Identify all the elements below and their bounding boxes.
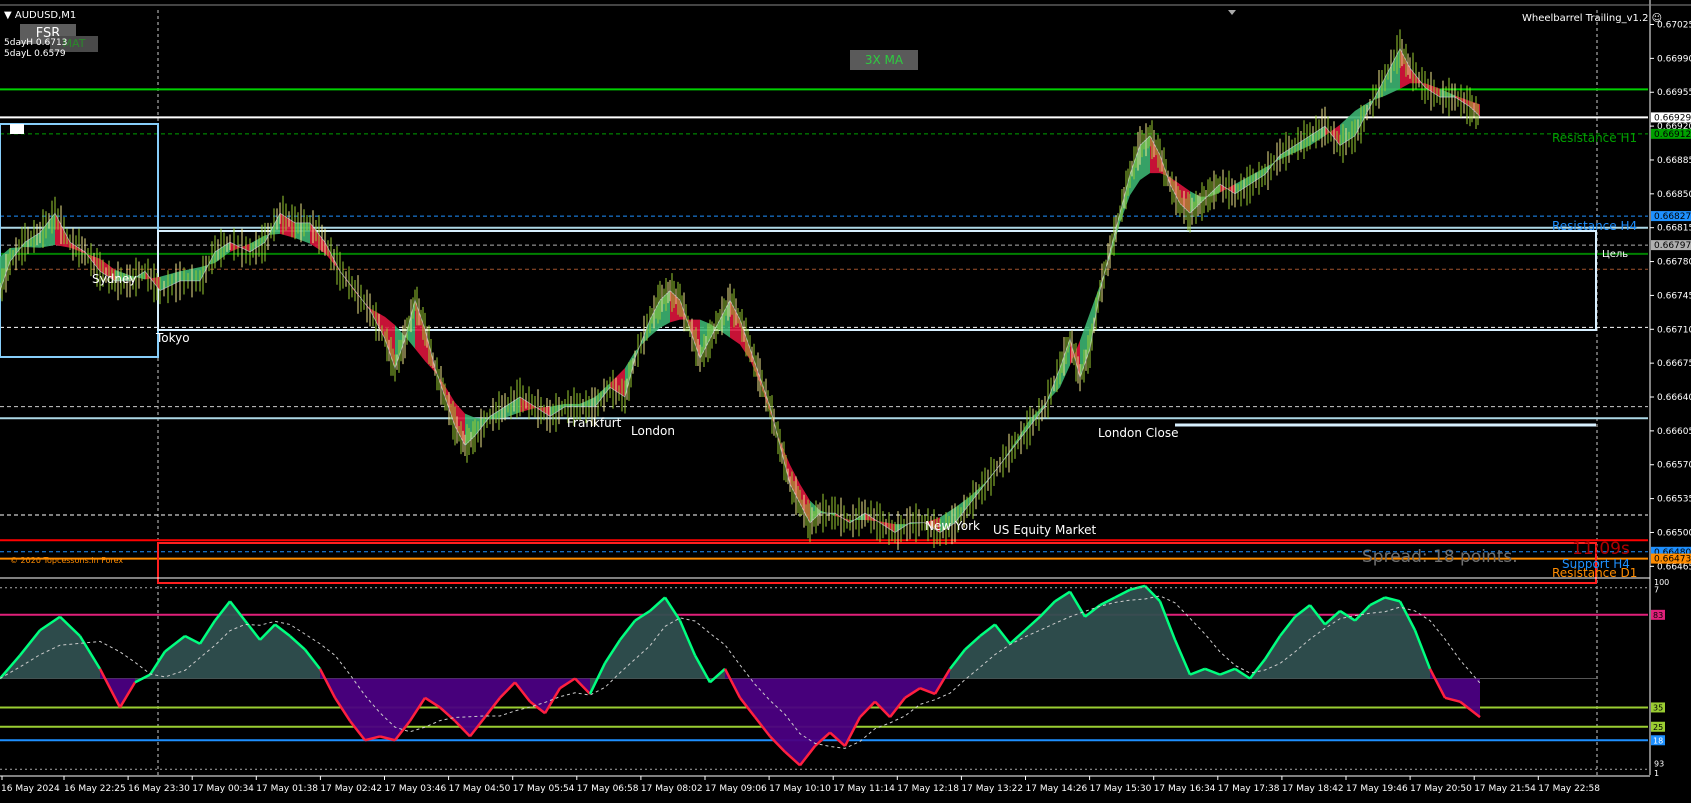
time-tick-label: 17 May 02:42 xyxy=(320,784,382,794)
session-label-tokyo: Tokyo xyxy=(156,331,190,345)
session-label-newyork: New York xyxy=(925,519,980,533)
oscillator-fill xyxy=(1340,610,1355,679)
price-marker-label: 0.66827 xyxy=(1654,212,1691,222)
dropdown-triangle-icon[interactable]: ▼ xyxy=(4,10,12,21)
price-tick-label: 0.66710 xyxy=(1657,325,1691,335)
price-tick-label: 0.66570 xyxy=(1657,461,1691,471)
indicator-marker-label: 25 xyxy=(1653,723,1663,732)
time-tick-label: 16 May 23:30 xyxy=(128,784,190,794)
price-tick-label: 0.66640 xyxy=(1657,393,1691,403)
price-marker-label: 0.66473 xyxy=(1654,555,1691,565)
copyright-label: © 2020 Topcessons.In Forex xyxy=(10,556,124,565)
indicator-tick-label: 93 xyxy=(1654,759,1664,768)
price-tick-label: 0.66885 xyxy=(1657,156,1691,166)
expert-advisor-label: Wheelbarrel Trailing_v1.2 ☺ xyxy=(1522,13,1663,24)
three-ma-button[interactable]: 3X MA xyxy=(850,50,918,70)
time-tick-label: 16 May 2024 xyxy=(1,784,60,794)
session-label-us-equity: US Equity Market xyxy=(993,523,1097,537)
time-tick-label: 17 May 19:46 xyxy=(1346,784,1408,794)
oscillator-fill xyxy=(1055,591,1070,679)
time-tick-label: 17 May 01:38 xyxy=(256,784,318,794)
price-tick-label: 0.66535 xyxy=(1657,495,1691,505)
session-label-sydney: Sydney xyxy=(92,272,137,286)
price-tick-label: 0.66745 xyxy=(1657,291,1691,301)
time-tick-label: 17 May 12:18 xyxy=(897,784,959,794)
time-tick-label: 17 May 20:50 xyxy=(1410,784,1472,794)
indicator-marker-label: 18 xyxy=(1653,736,1663,745)
time-tick-label: 17 May 17:38 xyxy=(1218,784,1280,794)
level-label-resistance-h4: Resistance H4 xyxy=(1552,219,1638,233)
price-marker-label: 0.66929 xyxy=(1654,113,1691,123)
price-tick-label: 0.67025 xyxy=(1657,21,1691,31)
time-tick-label: 17 May 13:22 xyxy=(961,784,1023,794)
level-label-target: Цель xyxy=(1602,249,1629,260)
price-tick-label: 0.66605 xyxy=(1657,427,1691,437)
time-tick-label: 17 May 16:34 xyxy=(1154,784,1216,794)
price-tick-label: 0.66850 xyxy=(1657,190,1691,200)
time-tick-label: 17 May 09:06 xyxy=(705,784,767,794)
time-tick-label: 17 May 10:10 xyxy=(769,784,831,794)
spread-label: Spread: 18 points. xyxy=(1362,547,1518,567)
time-tick-label: 17 May 00:34 xyxy=(192,784,254,794)
price-tick-label: 0.66955 xyxy=(1657,88,1691,98)
oscillator-fill xyxy=(1370,597,1385,679)
trading-chart-window: 0.67025 0.66990 0.66955 0.66920 0.66885 0.668… xyxy=(0,0,1691,799)
time-tick-label: 17 May 06:58 xyxy=(577,784,639,794)
time-tick-label: 17 May 03:46 xyxy=(385,784,447,794)
oscillator-fill xyxy=(1130,585,1145,679)
oscillator-fill xyxy=(1100,597,1115,679)
price-tick-label: 0.66500 xyxy=(1657,528,1691,538)
ma-ribbon-segment xyxy=(565,403,580,407)
indicator-tick-label: 1 xyxy=(1654,769,1659,778)
price-tick-label: 0.66990 xyxy=(1657,54,1691,64)
time-tick-label: 17 May 15:30 xyxy=(1090,784,1152,794)
indicator-marker-label: 35 xyxy=(1653,703,1663,712)
symbol-title: ▼ AUDUSD,M1 xyxy=(4,10,77,21)
level-label-resistance-d1: Resistance D1 xyxy=(1552,566,1638,580)
time-tick-label: 17 May 22:58 xyxy=(1538,784,1600,794)
time-tick-label: 17 May 21:54 xyxy=(1474,784,1536,794)
time-tick-label: 17 May 18:42 xyxy=(1282,784,1344,794)
time-tick-label: 17 May 08:02 xyxy=(641,784,703,794)
five-day-high-label: 5dayH 0.6713 xyxy=(4,38,68,48)
time-tick-label: 17 May 04:50 xyxy=(449,784,511,794)
time-tick-label: 17 May 05:54 xyxy=(513,784,575,794)
oscillator-fill xyxy=(635,610,650,679)
price-tick-label: 0.66675 xyxy=(1657,359,1691,369)
price-tick-label: 0.66780 xyxy=(1657,258,1691,268)
session-label-london: London xyxy=(631,424,675,438)
indicator-tick-label: 7 xyxy=(1654,586,1659,595)
level-label-resistance-h1: Resistance H1 xyxy=(1552,131,1638,145)
time-tick-label: 16 May 22:25 xyxy=(64,784,126,794)
box-handle-icon xyxy=(10,124,24,134)
price-tick-label: 0.66815 xyxy=(1657,224,1691,234)
time-tick-label: 17 May 11:14 xyxy=(833,784,895,794)
candle-timer-label: 11:09s xyxy=(1572,539,1630,559)
price-marker-label: 0.66797 xyxy=(1654,241,1691,251)
oscillator-fill xyxy=(380,678,395,741)
price-marker-label: 0.66912 xyxy=(1654,130,1691,140)
session-label-london-close: London Close xyxy=(1098,426,1179,440)
price-chart[interactable]: 0.670250.669900.669550.669200.668850.668… xyxy=(0,0,1691,799)
oscillator-fill xyxy=(365,678,380,741)
smiley-icon: ☺ xyxy=(1651,13,1663,24)
time-tick-label: 17 May 14:26 xyxy=(1026,784,1088,794)
session-label-frankfurt: Frankfurt xyxy=(567,416,622,430)
five-day-low-label: 5dayL 0.6579 xyxy=(4,49,66,59)
oscillator-fill xyxy=(1115,589,1130,679)
indicator-marker-label: 83 xyxy=(1653,611,1663,620)
